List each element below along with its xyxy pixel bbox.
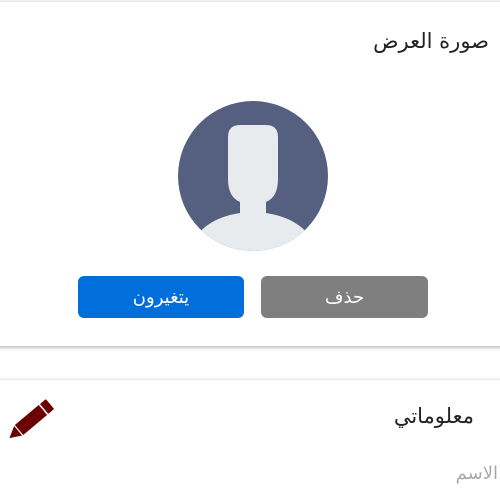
info-card-title: معلوماتي bbox=[393, 404, 474, 428]
info-card bbox=[0, 380, 500, 500]
avatar bbox=[178, 101, 328, 251]
user-silhouette-icon bbox=[188, 125, 318, 251]
name-field-label: الاسم bbox=[455, 463, 498, 484]
profile-screen: صورة العرض يتغيرون حذف معلوماتي الاسم bbox=[0, 0, 500, 500]
pencil-icon[interactable] bbox=[0, 395, 58, 447]
change-photo-button[interactable]: يتغيرون bbox=[78, 276, 244, 318]
delete-photo-button[interactable]: حذف bbox=[261, 276, 428, 318]
profile-photo-title: صورة العرض bbox=[373, 29, 489, 53]
